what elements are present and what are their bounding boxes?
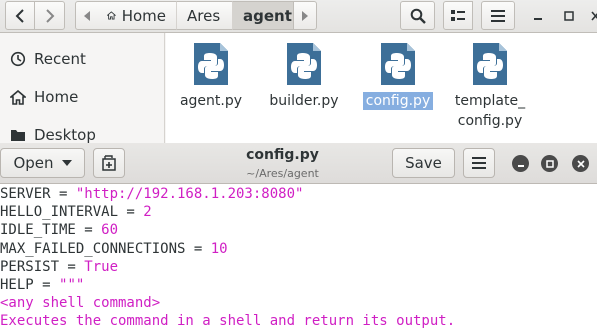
maximize-icon — [563, 10, 574, 21]
close-icon — [576, 159, 585, 168]
save-button[interactable]: Save — [392, 148, 455, 178]
search-icon — [410, 8, 426, 24]
minimize-icon — [517, 164, 524, 167]
forward-button[interactable] — [34, 1, 65, 30]
file-manager-window: Home Ares agent Recent Home Desktop agen… — [0, 0, 597, 144]
sidebar-item-recent[interactable]: Recent — [0, 41, 165, 77]
code-line: PERSIST = True — [0, 258, 119, 275]
open-button[interactable]: Open — [0, 148, 85, 178]
code-line: HELLO_INTERVAL = 2 — [0, 204, 152, 221]
minimize-button[interactable] — [512, 155, 529, 172]
hamburger-icon — [472, 157, 486, 169]
python-file-icon — [473, 43, 507, 85]
breadcrumb-home[interactable]: Home — [97, 1, 177, 30]
view-toggle-button[interactable] — [443, 1, 473, 30]
file-name: agent.py — [179, 93, 243, 109]
dropdown-arrow-icon — [61, 160, 72, 166]
editor-title: config.py — [246, 147, 319, 163]
breadcrumb-label: agent — [243, 6, 292, 25]
file-name: config.py — [354, 91, 442, 111]
triangle-right-icon — [302, 10, 308, 21]
breadcrumb-label: Home — [121, 6, 166, 25]
code-line: IDLE_TIME = 60 — [0, 222, 119, 239]
clock-icon — [10, 51, 26, 67]
file-item-selected[interactable]: config.py — [354, 41, 442, 111]
breadcrumb-agent[interactable]: agent — [233, 1, 293, 30]
file-name: template_ config.py — [454, 93, 526, 129]
path-scroll-left-button[interactable] — [75, 1, 98, 30]
file-manager-headerbar: Home Ares agent — [0, 0, 597, 33]
code-line: HELP = """ — [0, 276, 85, 293]
folder-icon — [11, 130, 25, 141]
minimize-button[interactable] — [530, 8, 545, 23]
home-icon — [107, 11, 116, 20]
triangle-left-icon — [83, 10, 90, 21]
editor-headerbar: Open config.py ~/Ares/agent Save — [0, 143, 597, 184]
chevron-left-icon — [15, 8, 24, 23]
python-file-icon — [194, 43, 228, 85]
chevron-right-icon — [45, 8, 54, 23]
text-editor-window: Open config.py ~/Ares/agent Save SERVER … — [0, 143, 597, 334]
close-button[interactable] — [588, 8, 597, 23]
new-document-button[interactable] — [93, 148, 125, 178]
hamburger-menu-button[interactable] — [481, 1, 515, 30]
editor-menu-button[interactable] — [463, 148, 495, 178]
editor-subtitle-path: ~/Ares/agent — [246, 167, 319, 180]
code-line: <any shell command> — [0, 295, 161, 312]
minimize-icon — [533, 17, 542, 20]
breadcrumb-ares[interactable]: Ares — [177, 1, 233, 30]
code-editor[interactable]: SERVER = "http://192.168.1.203:8080" HEL… — [0, 185, 597, 334]
code-line: Executes the command in a shell and retu… — [0, 313, 456, 330]
file-name: builder.py — [269, 93, 339, 109]
hamburger-icon — [491, 9, 505, 22]
sidebar-item-home[interactable]: Home — [0, 79, 165, 115]
file-item[interactable]: agent.py — [167, 41, 255, 111]
new-document-icon — [102, 155, 116, 171]
maximize-button[interactable] — [541, 155, 558, 172]
open-button-label: Open — [13, 154, 54, 172]
code-line: SERVER = "http://192.168.1.203:8080" — [0, 186, 304, 202]
maximize-icon — [545, 159, 554, 168]
file-grid: agent.py builder.py config.py template_ … — [166, 33, 597, 143]
close-button[interactable] — [572, 155, 589, 172]
search-button[interactable] — [400, 1, 435, 30]
file-item[interactable]: template_ config.py — [446, 41, 534, 131]
file-item[interactable]: builder.py — [260, 41, 348, 111]
list-view-icon — [451, 9, 465, 21]
close-icon — [591, 10, 597, 21]
python-file-icon — [381, 43, 415, 85]
sidebar-item-label: Desktop — [34, 126, 96, 144]
path-scroll-right-button[interactable] — [293, 1, 317, 30]
breadcrumb-label: Ares — [187, 6, 221, 25]
home-icon — [10, 89, 26, 105]
code-line: MAX_FAILED_CONNECTIONS = 10 — [0, 240, 228, 257]
sidebar-item-label: Home — [34, 88, 79, 106]
python-file-icon — [287, 43, 321, 85]
sidebar-item-label: Recent — [34, 50, 86, 68]
save-button-label: Save — [405, 154, 442, 172]
places-sidebar: Recent Home Desktop — [0, 33, 165, 144]
maximize-button[interactable] — [561, 8, 576, 23]
back-button[interactable] — [5, 1, 35, 30]
